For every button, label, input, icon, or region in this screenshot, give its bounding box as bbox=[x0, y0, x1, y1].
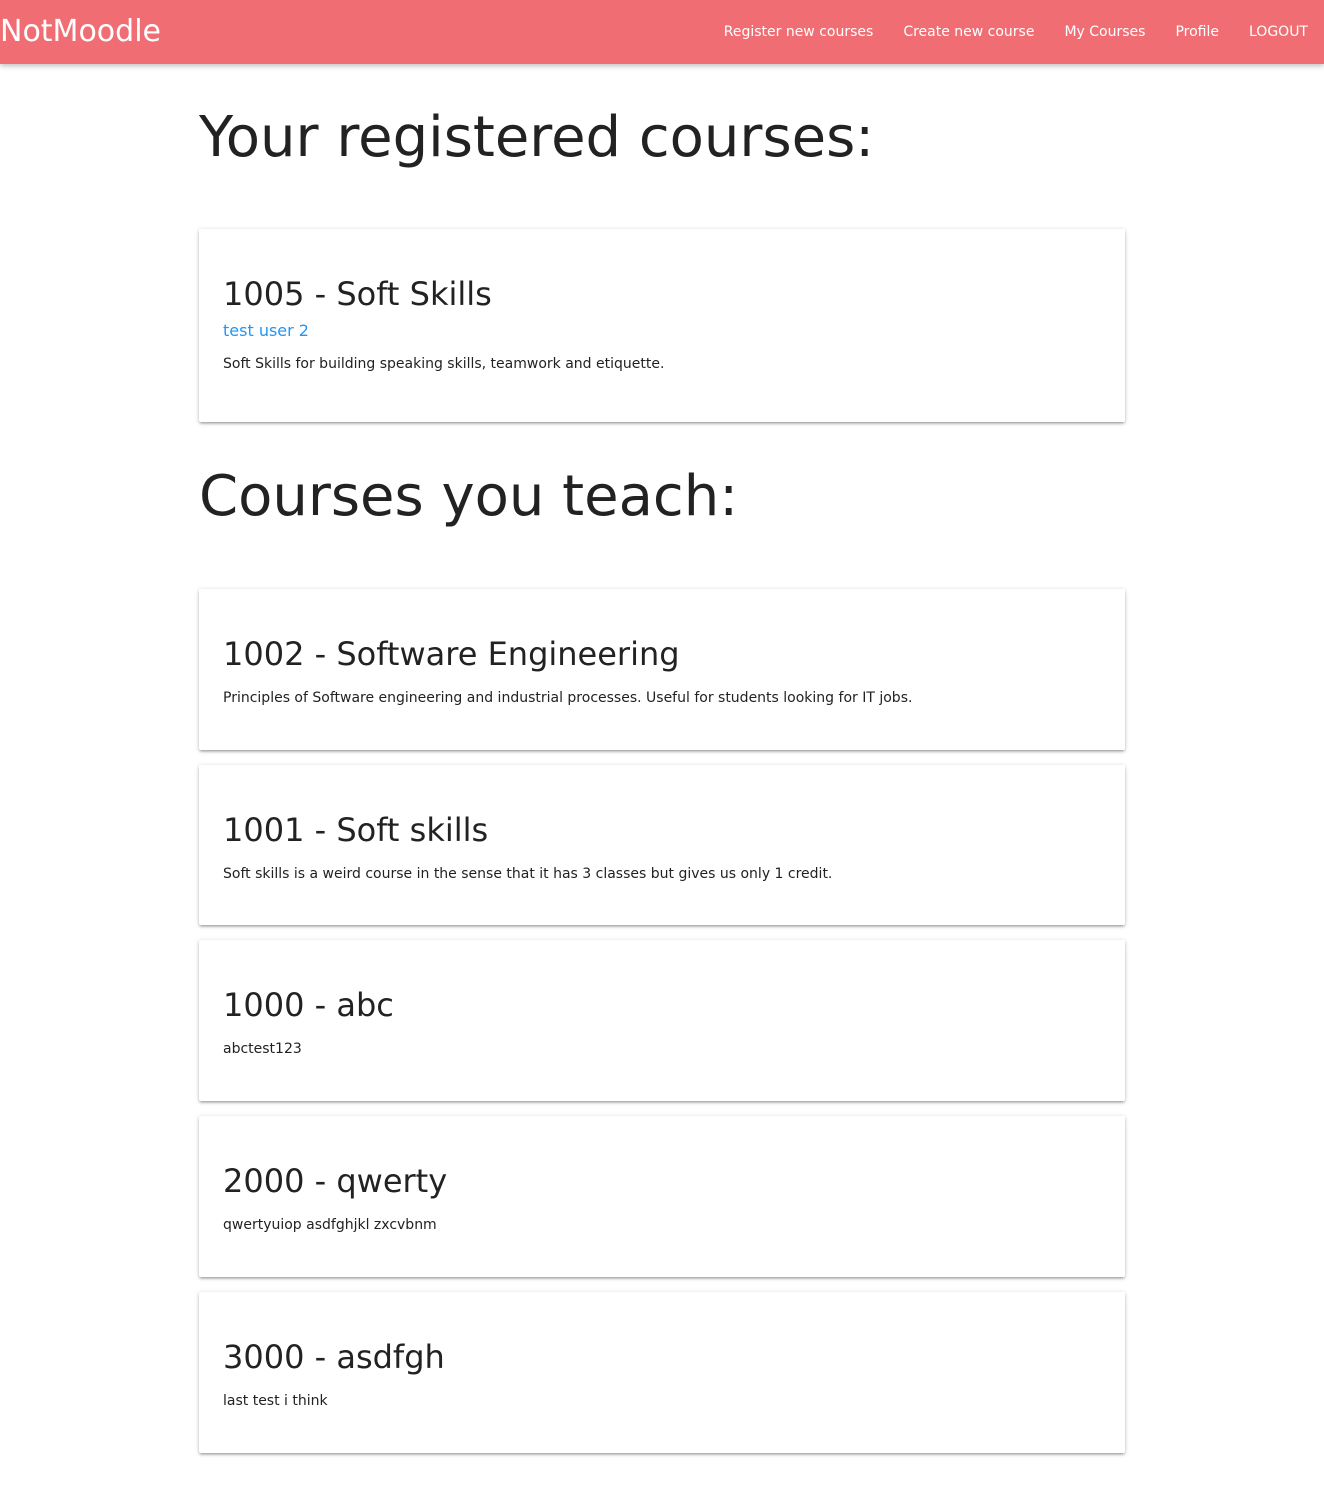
course-description: Soft skills is a weird course in the sen… bbox=[223, 865, 833, 882]
course-title: 2000 - qwerty bbox=[223, 1161, 448, 1200]
nav-link-profile[interactable]: Profile bbox=[1160, 0, 1234, 64]
navbar: NotMoodle Register new courses Create ne… bbox=[0, 0, 1324, 64]
registered-courses-heading: Your registered courses: bbox=[199, 105, 875, 170]
teaching-course-card[interactable]: 2000 - qwerty qwertyuiop asdfghjkl zxcvb… bbox=[199, 1115, 1125, 1277]
teaching-courses-heading: Courses you teach: bbox=[199, 464, 739, 530]
main-content: Your registered courses: 1005 - Soft Ski… bbox=[199, 64, 1125, 1453]
course-title: 1000 - abc bbox=[223, 985, 394, 1024]
teaching-course-card[interactable]: 1000 - abc abctest123 bbox=[199, 939, 1125, 1101]
course-title: 1002 - Software Engineering bbox=[223, 634, 680, 673]
course-description: Soft Skills for building speaking skills… bbox=[223, 356, 665, 373]
course-title: 3000 - asdfgh bbox=[223, 1337, 445, 1376]
registered-course-card[interactable]: 1005 - Soft Skills test user 2 Soft Skil… bbox=[199, 229, 1125, 423]
nav-links: Register new courses Create new course M… bbox=[709, 0, 1324, 64]
teaching-course-card[interactable]: 1001 - Soft skills Soft skills is a weir… bbox=[199, 764, 1125, 925]
nav-link-register-new-courses[interactable]: Register new courses bbox=[709, 0, 889, 64]
course-description: abctest123 bbox=[223, 1040, 302, 1057]
brand-logo[interactable]: NotMoodle bbox=[0, 0, 161, 64]
course-description: Principles of Software engineering and i… bbox=[223, 689, 913, 706]
course-instructor-link[interactable]: test user 2 bbox=[223, 320, 1101, 342]
course-description: qwertyuiop asdfghjkl zxcvbnm bbox=[223, 1216, 437, 1233]
logout-button[interactable]: LOGOUT bbox=[1234, 0, 1324, 64]
teaching-course-card[interactable]: 3000 - asdfgh last test i think bbox=[199, 1291, 1125, 1453]
course-title: 1005 - Soft Skills bbox=[223, 275, 492, 314]
teaching-course-card[interactable]: 1002 - Software Engineering Principles o… bbox=[199, 588, 1125, 750]
nav-link-create-new-course[interactable]: Create new course bbox=[888, 0, 1049, 64]
course-title: 1001 - Soft skills bbox=[223, 810, 489, 849]
course-description: last test i think bbox=[223, 1392, 328, 1409]
nav-link-my-courses[interactable]: My Courses bbox=[1049, 0, 1160, 64]
